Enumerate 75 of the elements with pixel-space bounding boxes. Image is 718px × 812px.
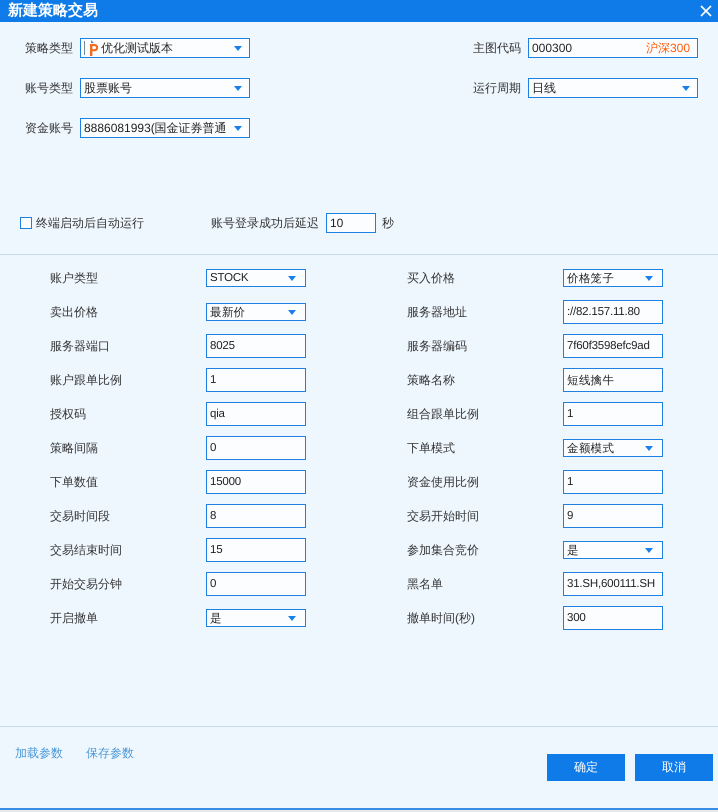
unit-label: 秒 (382, 215, 394, 231)
dropdown[interactable]: 价格笼子 (563, 269, 663, 287)
logo-icon (84, 40, 98, 56)
caret-icon (645, 446, 653, 450)
caret-icon (288, 276, 296, 280)
dropdown[interactable]: 股票账号 (80, 78, 250, 98)
caret-icon (288, 616, 296, 620)
input-field[interactable]: 15000 (206, 470, 306, 494)
input-field[interactable]: 0 (206, 436, 306, 460)
input-field[interactable]: 1 (563, 402, 663, 426)
input-field[interactable]: 9 (563, 504, 663, 528)
field-label: 买入价格 (407, 270, 455, 286)
input-field[interactable]: 短线擒牛 (563, 368, 663, 392)
dropdown[interactable]: 最新价 (206, 303, 306, 321)
field-label: 策略类型 (25, 40, 73, 56)
field-label: 资金账号 (25, 120, 73, 136)
field-label: 资金使用比例 (407, 474, 479, 490)
input-field[interactable]: 1 (206, 368, 306, 392)
field-label: 参加集合竞价 (407, 542, 479, 558)
checkbox-label[interactable]: 终端启动后自动运行 (36, 215, 144, 231)
field-label: 账户跟单比例 (50, 372, 122, 388)
dropdown[interactable]: 是 (206, 609, 306, 627)
field-label: 组合跟单比例 (407, 406, 479, 422)
caret-icon (234, 46, 242, 50)
dialog-button[interactable]: 取消 (635, 754, 713, 781)
dropdown[interactable]: 是 (563, 541, 663, 559)
field-label: 授权码 (50, 406, 86, 422)
field-label: 交易时间段 (50, 508, 110, 524)
input-field[interactable]: 8 (206, 504, 306, 528)
field-label: 黑名单 (407, 576, 443, 592)
input-field[interactable]: 300 (563, 606, 663, 630)
caret-icon (234, 86, 242, 90)
caret-icon (645, 548, 653, 552)
field-label: 交易开始时间 (407, 508, 479, 524)
input-field[interactable]: 000300 沪深300 (528, 38, 698, 58)
field-label: 账号类型 (25, 80, 73, 96)
field-label: 服务器地址 (407, 304, 467, 320)
field-label: 下单模式 (407, 440, 455, 456)
input-field[interactable]: 1 (563, 470, 663, 494)
field-label: 卖出价格 (50, 304, 98, 320)
input-field[interactable]: qia (206, 402, 306, 426)
field-label: 服务器编码 (407, 338, 467, 354)
field-label: 下单数值 (50, 474, 98, 490)
field-label: 开启撤单 (50, 610, 98, 626)
field-label: 撤单时间(秒) (407, 610, 475, 626)
caret-icon (645, 276, 653, 280)
input-field[interactable]: 8025 (206, 334, 306, 358)
input-field[interactable]: 15 (206, 538, 306, 562)
dropdown[interactable]: STOCK (206, 269, 306, 287)
input-field[interactable]: 7f60f3598efc9ad (563, 334, 663, 358)
field-label: 交易结束时间 (50, 542, 122, 558)
field-label: 服务器端口 (50, 338, 110, 354)
close-icon[interactable] (700, 5, 712, 17)
field-label: 策略间隔 (50, 440, 98, 456)
dialog-button[interactable]: 确定 (547, 754, 625, 781)
caret-icon (682, 86, 690, 90)
dropdown[interactable]: 金额模式 (563, 439, 663, 457)
field-label: 运行周期 (473, 80, 521, 96)
field-label: 账户类型 (50, 270, 98, 286)
dropdown[interactable]: 日线 (528, 78, 698, 98)
field-label: 账号登录成功后延迟 (211, 215, 319, 231)
field-label: 开始交易分钟 (50, 576, 122, 592)
field-label: 主图代码 (473, 40, 521, 56)
field-label: 策略名称 (407, 372, 455, 388)
dropdown[interactable]: 8886081993(国金证券普通 (80, 118, 250, 138)
input-field[interactable]: 0 (206, 572, 306, 596)
caret-icon (234, 126, 242, 130)
dropdown[interactable]: 优化测试版本 (80, 38, 250, 58)
input-field[interactable]: ://82.157.11.80 (563, 300, 663, 324)
input-field[interactable]: 10 (326, 213, 376, 233)
input-field[interactable]: 31.SH,600111.SH (563, 572, 663, 596)
checkbox[interactable] (20, 217, 32, 229)
index-name-text: 沪深300 (646, 40, 690, 56)
window-title: 新建策略交易 (8, 2, 98, 20)
caret-icon (288, 310, 296, 314)
